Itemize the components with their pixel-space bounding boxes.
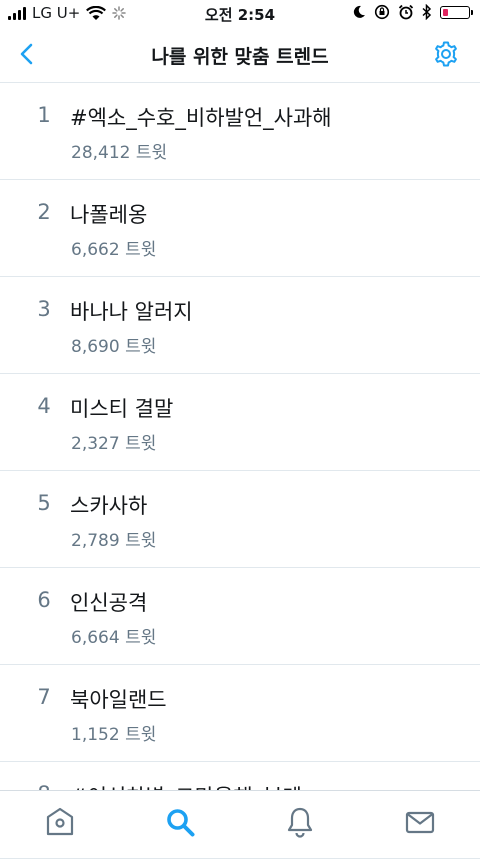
trend-name: 바나나 알러지 (70, 300, 193, 324)
do-not-disturb-icon (353, 5, 365, 18)
trends-list: 1 #엑소_수호_비하발언_사과해 28,412 트윗 2 나폴레옹 6,662… (0, 83, 480, 859)
trend-count: 2,327 트윗 (71, 434, 157, 454)
notifications-icon[interactable] (283, 805, 317, 839)
trend-item[interactable]: 5 스카사하 2,789 트윗 (0, 471, 480, 568)
trend-count: 2,789 트윗 (71, 531, 157, 551)
trend-item[interactable]: 4 미스티 결말 2,327 트윗 (0, 374, 480, 471)
bluetooth-icon (422, 4, 432, 20)
home-icon[interactable] (43, 805, 77, 839)
trend-name: 스카사하 (70, 494, 148, 518)
trend-name: 북아일랜드 (70, 688, 167, 712)
trend-item[interactable]: 1 #엑소_수호_비하발언_사과해 28,412 트윗 (0, 83, 480, 180)
trend-count: 6,662 트윗 (71, 240, 157, 260)
trend-count: 8,690 트윗 (71, 337, 157, 357)
status-bar: LG U+ 오전 2:54 (0, 0, 480, 28)
trend-name: #엑소_수호_비하발언_사과해 (70, 106, 332, 130)
trend-count: 1,152 트윗 (71, 725, 157, 745)
trend-count: 28,412 트윗 (71, 143, 168, 163)
tab-bar (0, 790, 480, 855)
battery-icon (440, 5, 473, 19)
trend-name: 미스티 결말 (70, 397, 174, 421)
battery-level (443, 8, 448, 16)
trend-item[interactable]: 3 바나나 알러지 8,690 트윗 (0, 277, 480, 374)
search-icon[interactable] (163, 805, 197, 839)
status-right (352, 4, 473, 20)
trend-name: 인신공격 (70, 591, 148, 615)
trend-count: 6,664 트윗 (71, 628, 157, 648)
trend-rank: 4 (37, 394, 51, 418)
trend-rank: 6 (37, 588, 51, 612)
trend-rank: 1 (37, 103, 51, 127)
trend-name: 나폴레옹 (70, 203, 148, 227)
gear-icon[interactable] (432, 40, 460, 68)
messages-icon[interactable] (403, 805, 437, 839)
page-title: 나를 위한 맞춤 트렌드 (151, 46, 329, 68)
trend-item[interactable]: 6 인신공격 6,664 트윗 (0, 568, 480, 665)
trend-rank: 2 (37, 200, 51, 224)
alarm-icon (398, 4, 414, 20)
orientation-lock-icon (374, 4, 390, 20)
trend-rank: 5 (37, 491, 51, 515)
trend-item[interactable]: 7 북아일랜드 1,152 트윗 (0, 665, 480, 762)
trend-item[interactable]: 2 나폴레옹 6,662 트윗 (0, 180, 480, 277)
trend-rank: 3 (37, 297, 51, 321)
nav-header: 나를 위한 맞춤 트렌드 (0, 28, 480, 83)
trend-rank: 7 (37, 685, 51, 709)
